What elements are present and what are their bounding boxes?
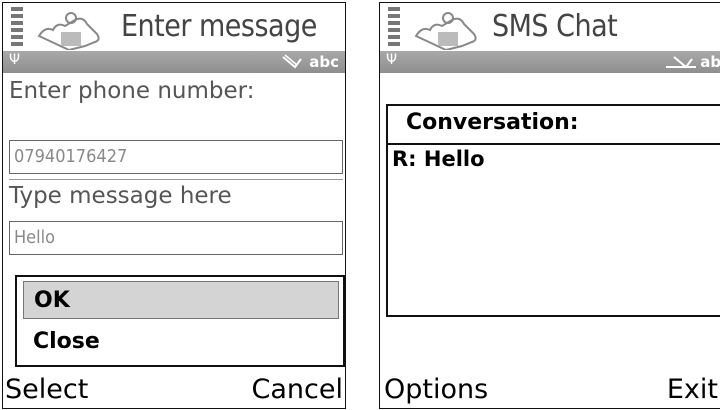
antenna-icon: Ψ bbox=[386, 52, 398, 68]
signal-strength-icon bbox=[388, 7, 400, 51]
phone-number-field[interactable]: 07940176427 bbox=[9, 140, 343, 174]
options-menu: OK Close bbox=[15, 275, 345, 367]
menu-item-ok[interactable]: OK bbox=[23, 281, 339, 319]
options-softkey[interactable]: Options bbox=[384, 374, 488, 405]
list-item: R: Hello bbox=[392, 147, 485, 171]
exit-softkey[interactable]: Exit bbox=[667, 374, 718, 405]
signal-strength-icon bbox=[11, 7, 23, 51]
message-value: Hello bbox=[14, 227, 56, 248]
menu-item-close[interactable]: Close bbox=[23, 323, 339, 361]
title-bar: Enter message bbox=[3, 3, 345, 51]
phone-number-value: 07940176427 bbox=[14, 146, 128, 167]
message-label: Type message here bbox=[9, 183, 232, 209]
antenna-icon: Ψ bbox=[9, 52, 21, 68]
conversation-box: Conversation: R: Hello bbox=[386, 104, 720, 317]
conversation-header: Conversation: bbox=[388, 106, 720, 145]
app-puzzle-icon bbox=[37, 12, 100, 50]
edit-pen-icon bbox=[666, 56, 696, 69]
input-mode-indicator: abc bbox=[309, 53, 339, 71]
message-field[interactable]: Hello bbox=[9, 221, 343, 255]
app-puzzle-icon bbox=[414, 12, 477, 50]
phone-number-label: Enter phone number: bbox=[9, 78, 255, 104]
input-mode-indicator: abc bbox=[700, 53, 720, 71]
conversation-header-label: Conversation: bbox=[406, 110, 579, 135]
cancel-softkey[interactable]: Cancel bbox=[252, 374, 343, 405]
status-bar: Ψ abc bbox=[3, 51, 345, 73]
screen-title: Enter message bbox=[121, 9, 317, 44]
select-softkey[interactable]: Select bbox=[5, 374, 88, 405]
sms-chat-screen: SMS Chat Ψ abc Conversation: R: Hello Op… bbox=[379, 2, 720, 409]
divider bbox=[9, 179, 343, 180]
enter-message-screen: Enter message Ψ abc Enter phone number: … bbox=[2, 2, 346, 409]
title-bar: SMS Chat bbox=[380, 3, 720, 51]
edit-pen-icon bbox=[282, 54, 302, 69]
screen-title: SMS Chat bbox=[492, 9, 618, 44]
status-bar: Ψ abc bbox=[380, 51, 720, 73]
